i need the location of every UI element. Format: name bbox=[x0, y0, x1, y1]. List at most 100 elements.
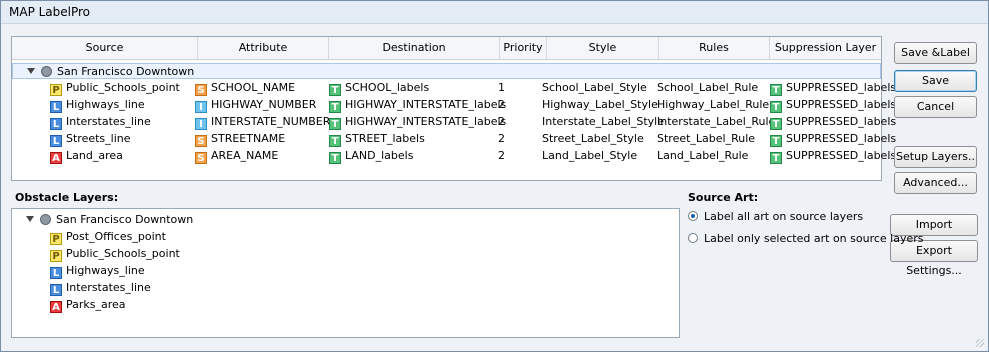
globe-icon bbox=[40, 214, 51, 225]
area-layer-icon: A bbox=[50, 152, 62, 164]
destination-cell: HIGHWAY_INTERSTATE_labels bbox=[345, 115, 507, 128]
text-layer-icon: T bbox=[329, 152, 341, 164]
obstacle-root-label: San Francisco Downtown bbox=[56, 213, 194, 226]
list-item[interactable]: P Post_Offices_point bbox=[50, 229, 166, 245]
integer-attribute-icon: I bbox=[195, 118, 207, 130]
root-label: San Francisco Downtown bbox=[57, 65, 195, 78]
obstacle-item-label: Public_Schools_point bbox=[66, 247, 180, 260]
source-cell: Highways_line bbox=[66, 98, 145, 111]
style-cell: Highway_Label_Style bbox=[542, 98, 658, 111]
obstacle-layers-heading: Obstacle Layers: bbox=[15, 191, 119, 204]
list-item[interactable]: L Interstates_line bbox=[50, 280, 151, 296]
collapse-arrow-icon[interactable] bbox=[26, 216, 34, 222]
priority-cell: 1 bbox=[498, 81, 505, 94]
rules-cell: School_Label_Rule bbox=[657, 81, 759, 94]
source-cell: Streets_line bbox=[66, 132, 131, 145]
cancel-button[interactable]: Cancel bbox=[894, 96, 977, 118]
resize-grip-icon[interactable] bbox=[976, 339, 984, 347]
grid-header: Source Attribute Destination Priority St… bbox=[12, 37, 881, 60]
labeling-grid[interactable]: Source Attribute Destination Priority St… bbox=[11, 36, 896, 181]
radio-selected-icon[interactable] bbox=[688, 211, 698, 221]
text-layer-icon: T bbox=[770, 101, 782, 113]
column-header-source[interactable]: Source bbox=[12, 41, 197, 54]
line-layer-icon: L bbox=[50, 135, 62, 147]
line-layer-icon: L bbox=[50, 118, 62, 130]
column-header-rules[interactable]: Rules bbox=[659, 41, 769, 54]
title-bar: MAP LabelPro bbox=[1, 1, 988, 24]
rules-cell: Highway_Label_Rule bbox=[657, 98, 770, 111]
suppression-cell: SUPPRESSED_labels bbox=[786, 81, 897, 94]
priority-cell: 2 bbox=[498, 98, 505, 111]
suppression-cell: SUPPRESSED_labels bbox=[786, 149, 897, 162]
rules-cell: Street_Label_Rule bbox=[657, 132, 756, 145]
save-button[interactable]: Save bbox=[894, 70, 977, 92]
column-header-style[interactable]: Style bbox=[547, 41, 658, 54]
label-selected-art-label: Label only selected art on source layers bbox=[704, 232, 924, 245]
text-layer-icon: T bbox=[329, 84, 341, 96]
style-cell: Interstate_Label_Style bbox=[542, 115, 664, 128]
text-layer-icon: T bbox=[329, 101, 341, 113]
priority-cell: 2 bbox=[498, 132, 505, 145]
source-art-heading: Source Art: bbox=[688, 191, 759, 204]
integer-attribute-icon: I bbox=[195, 101, 207, 113]
point-layer-icon: P bbox=[50, 233, 62, 245]
text-layer-icon: T bbox=[770, 84, 782, 96]
column-header-attribute[interactable]: Attribute bbox=[198, 41, 328, 54]
attribute-cell: SCHOOL_NAME bbox=[211, 81, 296, 94]
radio-unselected-icon[interactable] bbox=[688, 233, 698, 243]
attribute-cell: STREETNAME bbox=[211, 132, 286, 145]
label-all-art-label: Label all art on source layers bbox=[704, 210, 864, 223]
table-row[interactable]: L Streets_line S STREETNAME T STREET_labels… bbox=[12, 131, 896, 147]
list-item[interactable]: P Public_Schools_point bbox=[50, 246, 180, 262]
text-layer-icon: T bbox=[770, 135, 782, 147]
priority-cell: 2 bbox=[498, 115, 505, 128]
string-attribute-icon: S bbox=[195, 152, 207, 164]
attribute-cell: HIGHWAY_NUMBER bbox=[211, 98, 317, 111]
globe-icon bbox=[41, 66, 52, 77]
window-title: MAP LabelPro bbox=[9, 5, 91, 19]
advanced-button[interactable]: Advanced... bbox=[894, 172, 977, 194]
text-layer-icon: T bbox=[770, 152, 782, 164]
table-row[interactable]: L Highways_line I HIGHWAY_NUMBER T HIGHWAY_… bbox=[12, 97, 896, 113]
text-layer-icon: T bbox=[770, 118, 782, 130]
table-row[interactable]: P Public_Schools_point S SCHOOL_NAME T SCHO… bbox=[12, 80, 896, 96]
list-item[interactable]: L Highways_line bbox=[50, 263, 145, 279]
obstacle-item-label: Interstates_line bbox=[66, 281, 151, 294]
point-layer-icon: P bbox=[50, 84, 62, 96]
suppression-cell: SUPPRESSED_labels bbox=[786, 98, 897, 111]
save-and-label-button[interactable]: Save &Label bbox=[894, 42, 977, 64]
column-header-destination[interactable]: Destination bbox=[329, 41, 499, 54]
rules-cell: Land_Label_Rule bbox=[657, 149, 749, 162]
source-cell: Interstates_line bbox=[66, 115, 151, 128]
attribute-cell: INTERSTATE_NUMBER bbox=[211, 115, 331, 128]
obstacle-item-label: Parks_area bbox=[66, 298, 126, 311]
rules-cell: Interstate_Label_Rule bbox=[657, 115, 776, 128]
destination-cell: STREET_labels bbox=[345, 132, 425, 145]
text-layer-icon: T bbox=[329, 135, 341, 147]
setup-layers-button[interactable]: Setup Layers.. bbox=[894, 146, 977, 168]
list-item[interactable]: A Parks_area bbox=[50, 297, 126, 313]
tree-root-row[interactable]: San Francisco Downtown bbox=[12, 63, 881, 79]
string-attribute-icon: S bbox=[195, 84, 207, 96]
obstacle-root-item[interactable]: San Francisco Downtown bbox=[26, 212, 193, 228]
column-header-priority[interactable]: Priority bbox=[500, 41, 546, 54]
line-layer-icon: L bbox=[50, 267, 62, 279]
label-selected-art-radio[interactable]: Label only selected art on source layers bbox=[688, 232, 924, 245]
obstacle-layers-tree[interactable]: San Francisco Downtown P Post_Offices_poi… bbox=[11, 208, 680, 338]
line-layer-icon: L bbox=[50, 101, 62, 113]
table-row[interactable]: L Interstates_line I INTERSTATE_NUMBER T HI… bbox=[12, 114, 896, 130]
string-attribute-icon: S bbox=[195, 135, 207, 147]
column-header-suppression-layer[interactable]: Suppression Layer bbox=[770, 41, 881, 54]
style-cell: School_Label_Style bbox=[542, 81, 647, 94]
collapse-arrow-icon[interactable] bbox=[27, 68, 35, 74]
map-labelpro-window: MAP LabelPro Source Attribute Destinatio… bbox=[0, 0, 989, 352]
suppression-cell: SUPPRESSED_labels bbox=[786, 132, 897, 145]
suppression-cell: SUPPRESSED_labels bbox=[786, 115, 897, 128]
destination-cell: SCHOOL_labels bbox=[345, 81, 430, 94]
obstacle-item-label: Post_Offices_point bbox=[66, 230, 166, 243]
destination-cell: HIGHWAY_INTERSTATE_labels bbox=[345, 98, 507, 111]
label-all-art-radio[interactable]: Label all art on source layers bbox=[688, 210, 863, 223]
table-row[interactable]: A Land_area S AREA_NAME T LAND_labels 2 Lan… bbox=[12, 148, 896, 164]
style-cell: Land_Label_Style bbox=[542, 149, 638, 162]
style-cell: Street_Label_Style bbox=[542, 132, 644, 145]
